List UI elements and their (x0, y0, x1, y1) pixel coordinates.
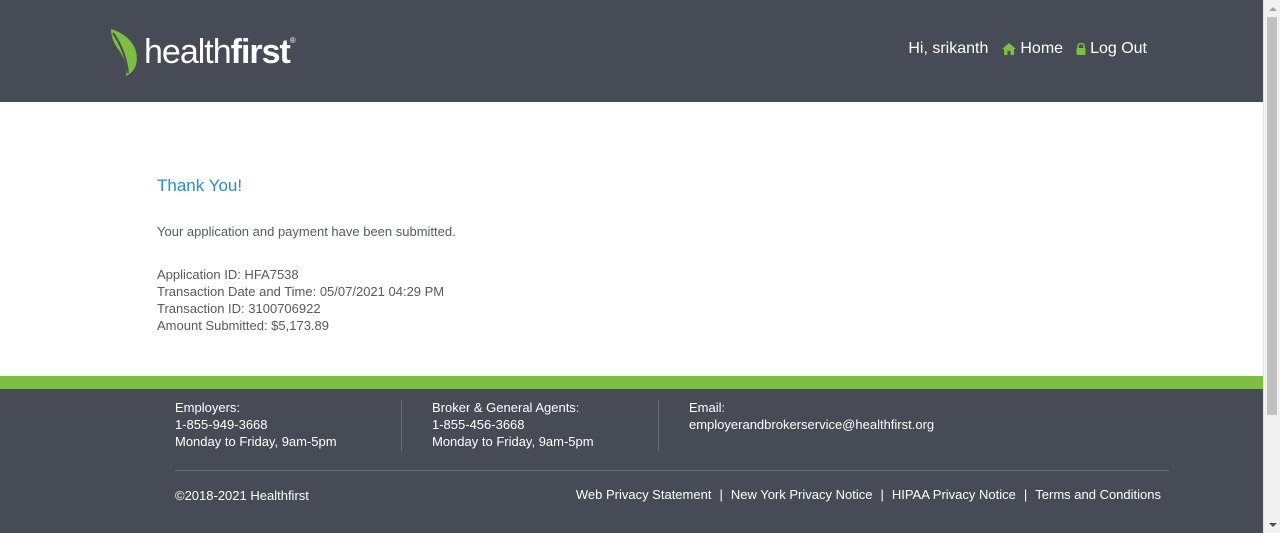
home-link[interactable]: Home (1002, 40, 1063, 58)
logout-link[interactable]: Log Out (1076, 40, 1147, 58)
page: healthfirst® Hi, srikanth Home Log Out T… (0, 0, 1263, 533)
brokers-contact: Broker & General Agents: 1-855-456-3668 … (402, 399, 658, 451)
site-footer: Employers: 1-855-949-3668 Monday to Frid… (0, 389, 1263, 533)
ny-privacy-link[interactable]: New York Privacy Notice (731, 487, 873, 502)
employers-hours: Monday to Friday, 9am-5pm (175, 434, 337, 449)
transaction-id: Transaction ID: 3100706922 (157, 301, 321, 316)
submission-details: Application ID: HFA7538 Transaction Date… (157, 266, 1057, 334)
home-link-label: Home (1020, 40, 1064, 57)
hipaa-privacy-link[interactable]: HIPAA Privacy Notice (892, 487, 1016, 502)
scroll-up-button[interactable] (1264, 0, 1280, 17)
logo-wordmark: healthfirst® (144, 33, 296, 71)
healthfirst-logo[interactable]: healthfirst® (108, 26, 296, 78)
site-header: healthfirst® Hi, srikanth Home Log Out (0, 0, 1263, 102)
logout-link-label: Log Out (1090, 40, 1147, 57)
vertical-scrollbar[interactable] (1263, 0, 1280, 533)
brokers-hours: Monday to Friday, 9am-5pm (432, 434, 594, 449)
email-contact: Email: employerandbrokerservice@healthfi… (659, 399, 934, 451)
brokers-label: Broker & General Agents: (432, 400, 580, 415)
top-nav: Hi, srikanth Home Log Out (908, 40, 1147, 58)
employers-contact: Employers: 1-855-949-3668 Monday to Frid… (175, 399, 401, 451)
scroll-up-arrow-icon (1268, 6, 1277, 11)
link-separator: | (1023, 487, 1028, 502)
legal-links: Web Privacy Statement | New York Privacy… (576, 487, 1161, 502)
employers-phone[interactable]: 1-855-949-3668 (175, 416, 401, 433)
confirmation-message: Your application and payment have been s… (157, 224, 456, 239)
web-privacy-link[interactable]: Web Privacy Statement (576, 487, 712, 502)
user-greeting: Hi, srikanth (908, 40, 989, 57)
email-label: Email: (689, 400, 726, 415)
page-title: Thank You! (157, 176, 243, 195)
application-id: Application ID: HFA7538 (157, 267, 299, 282)
link-separator: | (719, 487, 723, 502)
footer-divider (175, 470, 1169, 471)
email-address[interactable]: employerandbrokerservice@healthfirst.org (689, 416, 934, 433)
link-separator: | (880, 487, 884, 502)
scroll-down-button[interactable] (1264, 516, 1280, 533)
lock-icon (1076, 43, 1086, 55)
contact-columns: Employers: 1-855-949-3668 Monday to Frid… (175, 399, 934, 451)
footer-accent-bar (0, 376, 1263, 389)
employers-label: Employers: (175, 400, 241, 415)
terms-link[interactable]: Terms and Conditions (1035, 487, 1161, 502)
leaf-logo-icon (111, 29, 137, 76)
home-icon (1002, 43, 1017, 55)
amount-submitted: Amount Submitted: $5,173.89 (157, 318, 330, 333)
copyright: ©2018-2021 Healthfirst (175, 488, 309, 503)
brokers-phone[interactable]: 1-855-456-3668 (432, 416, 658, 433)
scrollbar-thumb[interactable] (1267, 17, 1277, 415)
transaction-datetime: Transaction Date and Time: 05/07/2021 04… (157, 284, 445, 299)
scroll-down-arrow-icon (1268, 522, 1277, 527)
confirmation-content: Thank You! Your application and payment … (157, 176, 1057, 334)
